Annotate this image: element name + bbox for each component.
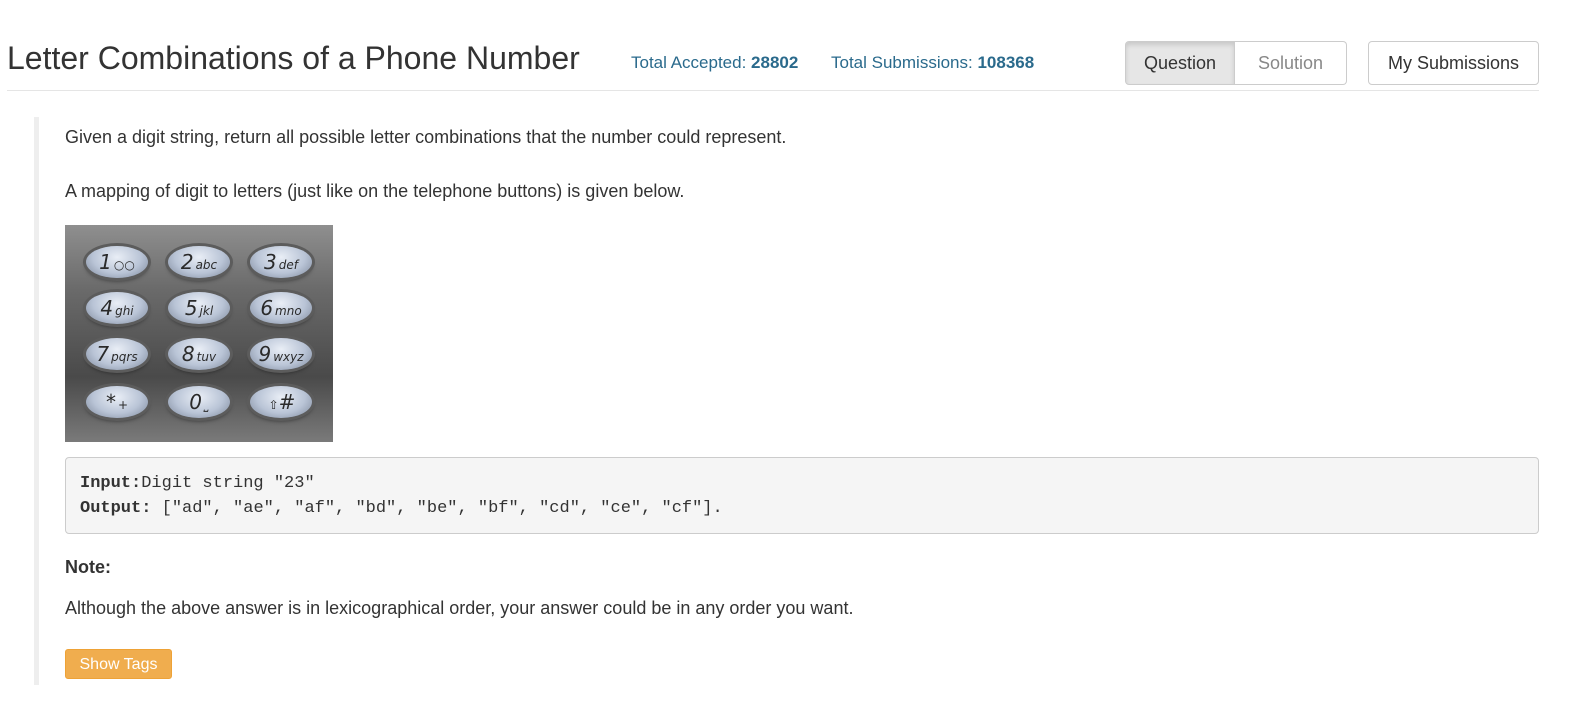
- total-submissions-value: 108368: [977, 53, 1035, 72]
- note-text: Although the above answer is in lexicogr…: [65, 598, 854, 618]
- total-accepted-value: 28802: [751, 53, 799, 72]
- total-accepted-label: Total Accepted:: [631, 53, 747, 72]
- solution-tab[interactable]: Solution: [1235, 41, 1347, 85]
- output-value: ["ad", "ae", "af", "bd", "be", "bf", "cd…: [151, 499, 723, 518]
- keypad-key: 3 def: [250, 246, 312, 278]
- question-solution-toggle: Question Solution: [1125, 41, 1347, 85]
- keypad-key: 6 mno: [250, 292, 312, 324]
- mapping-paragraph: A mapping of digit to letters (just like…: [65, 181, 685, 201]
- example-output-line: Output: ["ad", "ae", "af", "bd", "be", "…: [80, 496, 1524, 521]
- problem-description: Given a digit string, return all possibl…: [34, 117, 1544, 685]
- keypad-key: ⇧#: [250, 386, 312, 418]
- input-label: Input:: [80, 474, 142, 493]
- keypad-key: 8 tuv: [168, 338, 230, 370]
- keypad-key: 4 ghi: [86, 292, 148, 324]
- keypad-key: 2 abc: [168, 246, 230, 278]
- keypad-key: 0 ⎵: [168, 386, 230, 418]
- total-submissions-stat: Total Submissions: 108368: [831, 53, 1034, 73]
- phone-keypad-image: 1 ○○ 2 abc 3 def 4 ghi 5 jkl 6 mno 7 pqrs 8 tuv …: [65, 225, 333, 442]
- note-heading: Note:: [65, 557, 111, 577]
- example-code-block: Input:Digit string "23" Output: ["ad", "…: [65, 457, 1539, 534]
- example-input-line: Input:Digit string "23": [80, 471, 1524, 496]
- my-submissions-button[interactable]: My Submissions: [1368, 41, 1539, 85]
- description-paragraph: Given a digit string, return all possibl…: [65, 127, 787, 147]
- question-tab[interactable]: Question: [1125, 41, 1235, 85]
- keypad-key: 1 ○○: [86, 246, 148, 278]
- input-value: Digit string "23": [141, 474, 315, 493]
- total-accepted-stat: Total Accepted: 28802: [631, 53, 798, 73]
- keypad-key: 9 wxyz: [250, 338, 312, 370]
- show-tags-button[interactable]: Show Tags: [65, 649, 172, 679]
- page-title: Letter Combinations of a Phone Number: [7, 40, 580, 76]
- output-label: Output:: [80, 499, 152, 518]
- problem-header: Letter Combinations of a Phone Number To…: [7, 38, 1539, 91]
- keypad-key: 5 jkl: [168, 292, 230, 324]
- keypad-key: 7 pqrs: [86, 338, 148, 370]
- total-submissions-label: Total Submissions:: [831, 53, 973, 72]
- keypad-key: * +: [86, 386, 148, 418]
